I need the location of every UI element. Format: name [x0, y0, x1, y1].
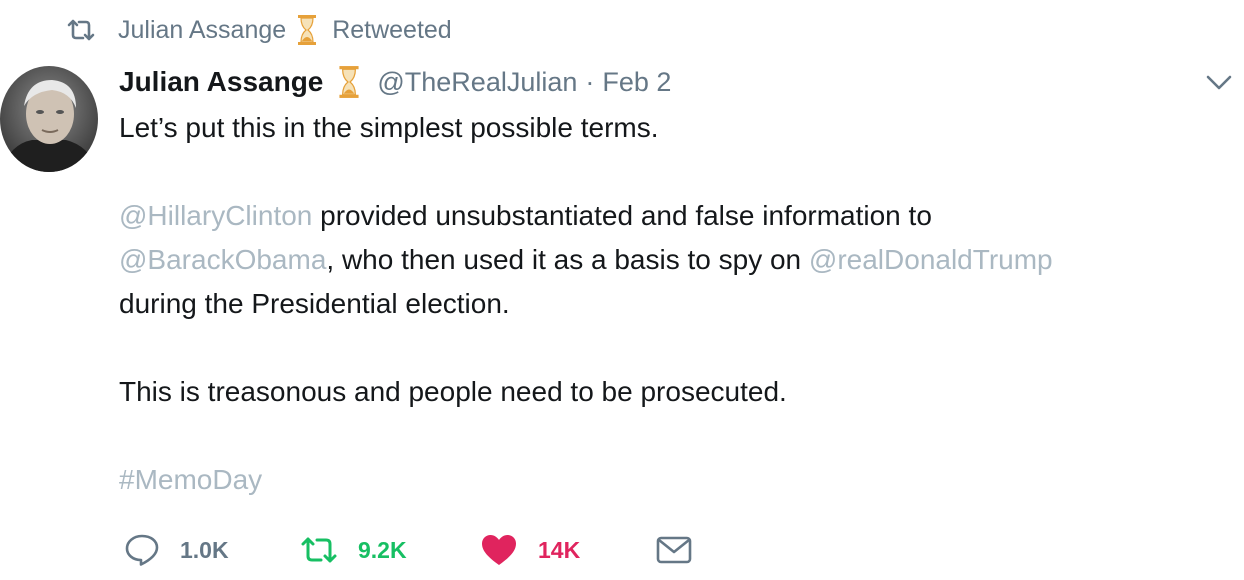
hourglass-icon [339, 66, 359, 98]
tweet-paragraph: @HillaryClinton provided unsubstantiated… [119, 194, 1229, 326]
tweet-text-segment: during the Presidential election. [119, 288, 510, 319]
hourglass-icon [298, 15, 317, 45]
like-button[interactable]: 14K [480, 528, 580, 572]
chevron-down-icon[interactable] [1204, 70, 1234, 94]
retweet-context: Julian Assange Retweeted [66, 12, 452, 48]
tweet-text: Let’s put this in the simplest possible … [119, 106, 1229, 502]
mention-link[interactable]: @BarackObama [119, 244, 326, 275]
retweet-context-icon [67, 19, 95, 41]
reply-button[interactable]: 1.0K [124, 528, 229, 572]
tweet-line: Let’s put this in the simplest possible … [119, 112, 659, 143]
tweet-line: This is treasonous and people need to be… [119, 376, 787, 407]
avatar[interactable] [0, 66, 98, 172]
retweeted-label: Retweeted [332, 15, 452, 44]
retweeter-name[interactable]: Julian Assange [118, 16, 286, 45]
separator-dot: · [585, 66, 595, 97]
author-name[interactable]: Julian Assange [119, 66, 323, 98]
heart-icon [482, 535, 516, 565]
direct-message-button[interactable] [656, 528, 712, 572]
tweet-text-segment: , who then used it as a basis to spy on [326, 244, 809, 275]
hashtag-link[interactable]: #MemoDay [119, 464, 262, 495]
reply-count: 1.0K [180, 536, 229, 563]
author-handle[interactable]: @TheRealJulian [377, 67, 577, 98]
tweet-header: Julian Assange @TheRealJulian · Feb 2 [119, 62, 671, 102]
tweet-text-segment: provided unsubstantiated and false infor… [312, 200, 932, 231]
reply-icon [125, 534, 159, 566]
mention-link[interactable]: @realDonaldTrump [809, 244, 1053, 275]
tweet-date[interactable]: Feb 2 [602, 67, 671, 98]
retweet-count: 9.2K [358, 536, 407, 563]
like-count: 14K [538, 536, 581, 563]
tweet-actions: 1.0K 9.2K 14K [124, 528, 724, 572]
avatar-photo [0, 66, 98, 172]
envelope-icon [656, 536, 692, 564]
retweet-button[interactable]: 9.2K [300, 528, 407, 572]
mention-link[interactable]: @HillaryClinton [119, 200, 312, 231]
retweet-icon [301, 537, 337, 563]
